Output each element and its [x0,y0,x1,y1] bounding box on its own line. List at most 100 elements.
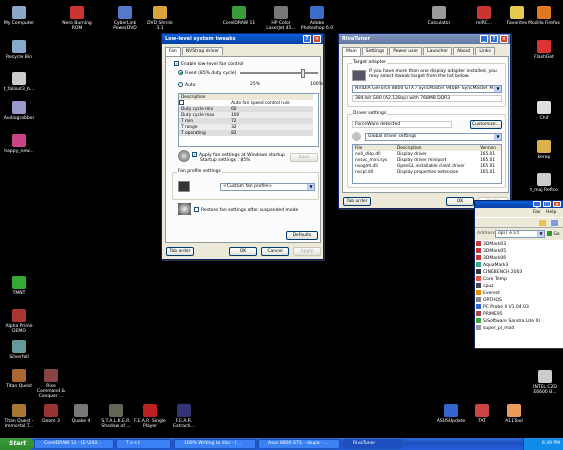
rivatuner-close-button[interactable]: × [500,35,508,43]
tab-about[interactable]: About [453,47,475,55]
menu-favorites[interactable]: Fav [533,210,541,215]
list-item[interactable]: ORTHOS [476,297,502,304]
desktop-icon[interactable]: F.E.A.R. Single Player [133,404,167,429]
help-button[interactable]: ? [490,35,498,43]
table-row[interactable]: nvcpl.dll Display properties extension 165… [353,169,501,175]
list-item[interactable]: cpuz [476,283,494,290]
enable-fan-control-checkbox[interactable]: ✓ Enable low-level fan control [174,61,243,67]
rt-tab-order-button[interactable]: Tab order [343,197,371,206]
taskbar-button[interactable]: T e s t [116,439,171,449]
list-item[interactable]: super_pi_mod [476,325,514,332]
desktop-icon[interactable]: Nero Burning ROM [60,6,94,31]
adapter-select[interactable]: NVIDIA GeForce 8800 GTX / SyncMaster 940… [352,85,502,93]
desktop-icon[interactable]: CyberLink PowerDVD [108,6,142,31]
list-item[interactable]: PRIME95 [476,311,503,318]
desktop-icon[interactable]: CorelDRAW 11 [222,6,256,26]
minimize-button[interactable]: _ [480,35,488,43]
apply-button[interactable]: Apply [293,247,321,256]
desktop-icon[interactable]: kerap [527,140,561,160]
explorer-close-button[interactable]: × [553,201,561,208]
global-driver-select[interactable]: Global driver settings ▼ [365,133,502,141]
desktop-icon[interactable]: Silverfall [2,340,36,360]
save-button[interactable]: Save [290,153,318,162]
list-item[interactable]: 3DMark05 [476,248,506,255]
views-icon[interactable] [551,220,558,226]
chevron-down-icon[interactable]: ▼ [494,86,501,92]
taskbar-button[interactable]: 100% Writing to disc - [... [174,439,256,449]
desktop-icon[interactable]: TAT [465,404,499,424]
tab-order-button[interactable]: Tab order [166,247,194,256]
auto-radio[interactable]: Auto [178,82,195,88]
desktop-icon[interactable]: Alpha Prime DEMO [2,309,36,334]
slider-thumb[interactable] [301,69,305,78]
tab-launcher[interactable]: Launcher [423,47,452,55]
tab-fan[interactable]: Fan [165,47,181,56]
list-item[interactable]: Everest [476,290,500,297]
chevron-down-icon[interactable]: ▼ [537,231,544,237]
desktop-icon[interactable]: Titan Quest [2,369,36,389]
desktop-icon[interactable]: Rise Command & Conquer ... [34,369,68,399]
list-item[interactable]: 3DMark03 [476,241,506,248]
desktop-icon[interactable]: Recycle Bin [2,40,36,60]
ok-button[interactable]: OK [229,247,257,256]
list-item[interactable]: PC Probe II V1.04.03 [476,304,529,311]
desktop-icon[interactable]: HP Color LaserJet 45... [264,6,298,31]
table-row[interactable]: T operating 82 [179,130,318,136]
desktop-icon[interactable]: FlashGet [527,40,561,60]
duty-cycle-slider[interactable] [240,69,318,78]
desktop-icon[interactable]: mIRC... [467,6,501,26]
taskbar-button[interactable]: RivaTuner [343,439,403,449]
lowlevel-close-button[interactable]: × [313,35,321,43]
desktop-icon[interactable]: t_fallout3_b... [2,72,36,92]
fan-profile-select[interactable]: <Custom fan profile> ▼ [220,183,315,191]
cancel-button[interactable]: Cancel [261,247,289,256]
checkbox-icon[interactable] [179,100,184,105]
desktop-icon[interactable]: happy_new... [2,134,36,154]
desktop-icon[interactable]: F.E.A.R. Extracti... [167,404,201,429]
lowlevel-titlebar[interactable]: Low-level system tweaks ? × [162,34,323,44]
chevron-down-icon[interactable]: ▼ [307,184,314,190]
tab-main[interactable]: Main [342,47,361,56]
desktop-icon[interactable]: Adobe Photoshop 6.0 [300,6,334,31]
taskbar-button[interactable]: Asus 8800 GTS - skupa - ... [258,439,340,449]
desktop-icon[interactable]: Calculator [422,6,456,26]
list-item[interactable]: Core Temp [476,276,507,283]
list-item[interactable]: SiSoftware Sandra Lite XI [476,318,540,325]
desktop-icon[interactable]: ASUSUpdate [434,404,468,424]
explorer-maximize-button[interactable]: □ [543,201,551,208]
tab-links[interactable]: Links [475,47,495,55]
desktop-icon[interactable]: Audiograbber [2,101,36,121]
customize-button[interactable]: Customize... [470,120,502,129]
desktop-icon[interactable]: INTEL C2D E6600 B... [528,370,562,395]
list-item[interactable]: AquaMark3 [476,262,508,269]
desktop-icon[interactable]: Chif [527,101,561,121]
explorer-titlebar[interactable]: _ □ × [475,201,563,208]
tab-settings[interactable]: Settings [361,47,389,55]
tab-nvstrap[interactable]: NVStrap driver [181,47,223,55]
desktop-icon[interactable]: DVD Shrink 3.1 [143,6,177,31]
desktop-icon[interactable]: Quake 4 [64,404,98,424]
desktop-icon[interactable]: S.T.A.L.K.E.R. Shadow of ... [99,404,133,429]
desktop-icon[interactable]: Doom 3 [34,404,68,424]
tab-power-user[interactable]: Power user [389,47,423,55]
go-button[interactable]: Go [547,231,560,237]
rivatuner-titlebar[interactable]: RivaTuner _ ? × [339,34,510,44]
taskbar-button[interactable]: CorelDRAW 11 - [E:\200... [34,439,114,449]
restore-checkbox[interactable]: Restore fan settings after suspended mod… [194,207,298,213]
desktop-icon[interactable]: t_maj Reflco [527,173,561,193]
fixed-radio[interactable]: Fixed (85% duty cycle) [178,70,236,76]
folders-icon[interactable] [539,220,546,226]
explorer-minimize-button[interactable]: _ [533,201,541,208]
desktop-icon[interactable]: TMNT [2,276,36,296]
list-item[interactable]: CINEBENCH 2003 [476,269,522,276]
desktop-icon[interactable]: Titan Quest - Immortal T... [2,404,36,429]
menu-help[interactable]: Help [546,210,556,215]
chevron-down-icon[interactable]: ▼ [494,134,501,140]
desktop-icon[interactable]: Mozilla Firefox [527,6,561,26]
defaults-button[interactable]: Defaults [286,231,318,240]
rt-ok-button[interactable]: OK [446,197,474,206]
address-bar[interactable]: op\T e s t ▼ [495,230,545,238]
desktop-icon[interactable]: My Computer [2,6,36,26]
lowlevel-help-button[interactable]: ? [303,35,311,43]
list-item[interactable]: 3DMark06 [476,255,506,262]
